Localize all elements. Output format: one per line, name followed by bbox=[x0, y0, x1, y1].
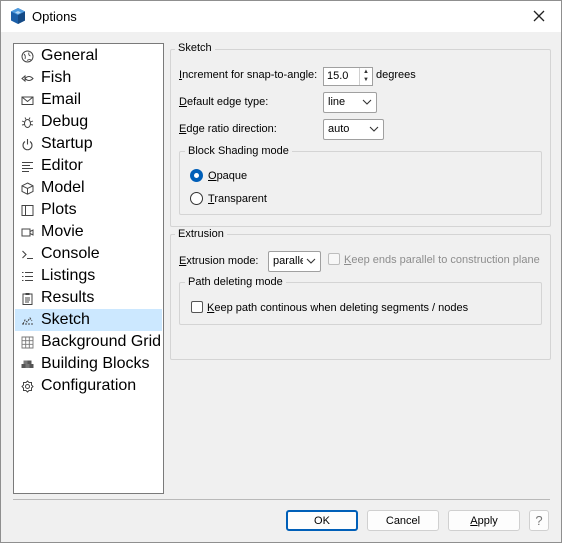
window-title: Options bbox=[32, 9, 77, 24]
nav-item-email[interactable]: Email bbox=[15, 89, 162, 111]
ok-label: OK bbox=[314, 514, 330, 527]
edge-ratio-select[interactable]: auto bbox=[323, 119, 384, 140]
globe-icon bbox=[20, 49, 34, 63]
edge-ratio-value: auto bbox=[328, 123, 350, 135]
keep-ends-parallel-checkbox[interactable] bbox=[328, 253, 340, 265]
cancel-button[interactable]: Cancel bbox=[367, 510, 439, 531]
nav-item-model[interactable]: Model bbox=[15, 177, 162, 199]
lines-icon bbox=[20, 159, 34, 173]
help-icon: ? bbox=[535, 513, 543, 528]
nav-item-building-blocks[interactable]: Building Blocks bbox=[15, 353, 162, 375]
nav-label: Background Grid bbox=[41, 333, 162, 350]
edge-type-select[interactable]: line bbox=[323, 92, 377, 113]
cube-icon bbox=[20, 181, 34, 195]
nav-label: Console bbox=[41, 245, 100, 262]
edge-ratio-label: Edge ratio direction: bbox=[179, 123, 277, 135]
nav-item-plots[interactable]: Plots bbox=[15, 199, 162, 221]
ok-button[interactable]: OK bbox=[286, 510, 358, 531]
close-button[interactable] bbox=[525, 4, 553, 28]
bug-icon bbox=[20, 115, 34, 129]
chevron-down-icon bbox=[362, 99, 372, 105]
extrusion-mode-value: parallel bbox=[273, 255, 303, 267]
transparent-radio[interactable] bbox=[190, 192, 203, 205]
sketch-icon bbox=[20, 313, 34, 327]
extrusion-mode-label: Extrusion mode: bbox=[179, 255, 259, 267]
snap-angle-label: Increment for snap-to-angle: bbox=[179, 69, 318, 81]
cancel-label: Cancel bbox=[385, 514, 421, 527]
keep-path-continuous-checkbox[interactable] bbox=[191, 301, 203, 313]
nav-item-sketch[interactable]: Sketch bbox=[15, 309, 162, 331]
nav-label: Movie bbox=[41, 223, 84, 240]
nav-label: Building Blocks bbox=[41, 355, 150, 372]
nav-label: General bbox=[41, 47, 98, 64]
nav-item-background-grid[interactable]: Background Grid bbox=[15, 331, 162, 353]
envelope-icon bbox=[20, 93, 34, 107]
nav-label: Listings bbox=[41, 267, 96, 284]
nav-label: Editor bbox=[41, 157, 83, 174]
nav-item-fish[interactable]: Fish bbox=[15, 67, 162, 89]
nav-label: Plots bbox=[41, 201, 77, 218]
path-deleting-title: Path deleting mode bbox=[185, 276, 286, 288]
fish-icon bbox=[20, 71, 34, 85]
block-shading-title: Block Shading mode bbox=[185, 145, 292, 157]
nav-label: Debug bbox=[41, 113, 89, 130]
nav-item-results[interactable]: Results bbox=[15, 287, 162, 309]
extrusion-mode-select[interactable]: parallel bbox=[268, 251, 321, 272]
gear-icon bbox=[20, 379, 34, 393]
nav-item-general[interactable]: General bbox=[15, 45, 162, 67]
snap-angle-value: 15.0 bbox=[327, 70, 349, 82]
edge-type-label: Default edge type: bbox=[179, 96, 269, 108]
snap-angle-unit: degrees bbox=[376, 69, 416, 81]
spin-down-icon[interactable]: ▼ bbox=[360, 76, 372, 84]
power-icon bbox=[20, 137, 34, 151]
chevron-down-icon bbox=[369, 126, 379, 132]
spin-arrows[interactable]: ▲ ▼ bbox=[359, 68, 372, 85]
transparent-label[interactable]: Transparent bbox=[208, 193, 267, 205]
list-icon bbox=[20, 269, 34, 283]
apply-label: Apply bbox=[470, 514, 498, 527]
block-shading-group bbox=[179, 151, 542, 215]
sketch-group-title: Sketch bbox=[175, 42, 215, 54]
opaque-radio[interactable] bbox=[190, 169, 203, 182]
nav-item-startup[interactable]: Startup bbox=[15, 133, 162, 155]
nav-label: Configuration bbox=[41, 377, 137, 394]
blocks-icon bbox=[20, 357, 34, 371]
options-dialog: Options General Fish Email Debug Startup… bbox=[0, 0, 562, 543]
nav-label: Model bbox=[41, 179, 85, 196]
nav-item-listings[interactable]: Listings bbox=[15, 265, 162, 287]
nav-item-editor[interactable]: Editor bbox=[15, 155, 162, 177]
footer-separator bbox=[13, 499, 550, 500]
nav-label: Startup bbox=[41, 135, 93, 152]
nav-item-console[interactable]: Console bbox=[15, 243, 162, 265]
movie-icon bbox=[20, 225, 34, 239]
app-cube-icon bbox=[11, 8, 25, 24]
help-button[interactable]: ? bbox=[529, 510, 549, 531]
keep-path-continuous-label[interactable]: Keep path continous when deleting segmen… bbox=[207, 302, 468, 314]
snap-angle-spinbox[interactable]: 15.0 ▲ ▼ bbox=[323, 67, 373, 86]
extrusion-group-title: Extrusion bbox=[175, 228, 227, 240]
clipboard-icon bbox=[20, 291, 34, 305]
nav-label: Results bbox=[41, 289, 95, 306]
plot-icon bbox=[20, 203, 34, 217]
close-icon bbox=[533, 10, 545, 22]
keep-ends-parallel-label: Keep ends parallel to construction plane bbox=[344, 254, 540, 266]
nav-label: Fish bbox=[41, 69, 72, 86]
nav-label: Email bbox=[41, 91, 82, 108]
nav-item-configuration[interactable]: Configuration bbox=[15, 375, 162, 397]
spin-up-icon[interactable]: ▲ bbox=[360, 68, 372, 76]
nav-item-movie[interactable]: Movie bbox=[15, 221, 162, 243]
category-list: General Fish Email Debug Startup Editor … bbox=[13, 43, 164, 494]
edge-type-value: line bbox=[328, 96, 346, 108]
nav-item-debug[interactable]: Debug bbox=[15, 111, 162, 133]
console-icon bbox=[20, 247, 34, 261]
title-bar: Options bbox=[1, 1, 561, 32]
chevron-down-icon bbox=[306, 258, 316, 264]
opaque-label[interactable]: Opaque bbox=[208, 170, 247, 182]
apply-button[interactable]: Apply bbox=[448, 510, 520, 531]
nav-label: Sketch bbox=[41, 311, 90, 328]
grid-icon bbox=[20, 335, 34, 349]
